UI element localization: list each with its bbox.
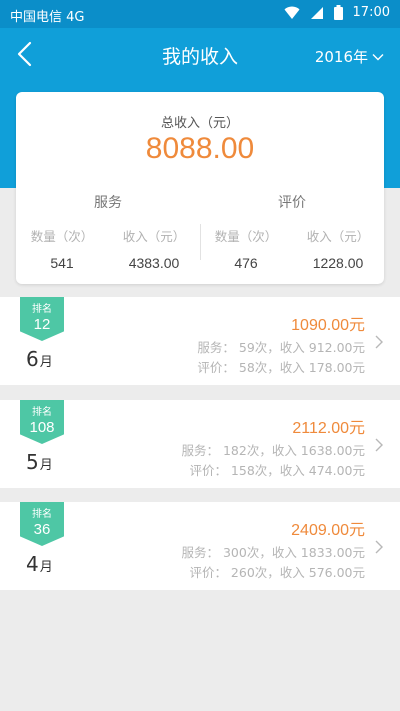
rank-badge: 排名 108 <box>20 400 64 444</box>
service-line: 服务： 59次，收入 912.00元 <box>197 340 365 355</box>
month-label: 6月 <box>26 347 53 371</box>
review-income-label: 收入（元） <box>306 229 370 244</box>
rank-label: 排名 <box>32 509 52 520</box>
status-bar: 中国电信 4G 17:00 <box>0 0 400 28</box>
chevron-right-icon <box>375 540 383 554</box>
battery-icon <box>333 5 343 20</box>
review-count-label: 数量（次） <box>214 229 278 244</box>
review-title: 评价 <box>278 195 306 211</box>
year-dropdown[interactable]: 2016年 <box>315 46 384 67</box>
chevron-right-icon <box>375 438 383 452</box>
review-line: 评价： 260次，收入 576.00元 <box>189 565 365 580</box>
month-row-june[interactable]: 排名 12 6月 1090.00元 服务： 59次，收入 912.00元 评价：… <box>0 297 400 385</box>
service-line: 服务： 300次，收入 1833.00元 <box>181 545 366 560</box>
total-income-label: 总收入（元） <box>160 116 239 131</box>
rank-value: 36 <box>33 521 51 538</box>
chevron-right-icon <box>375 335 383 349</box>
rank-label: 排名 <box>32 407 52 418</box>
month-row-april[interactable]: 排名 36 4月 2409.00元 服务： 300次，收入 1833.00元 评… <box>0 502 400 590</box>
status-icons: 17:00 <box>284 5 390 20</box>
clock: 17:00 <box>352 5 390 20</box>
review-line: 评价： 58次，收入 178.00元 <box>197 360 365 375</box>
month-amount: 1090.00元 <box>291 317 365 334</box>
chevron-down-icon <box>372 53 384 60</box>
rank-value: 108 <box>29 419 55 436</box>
month-label: 5月 <box>26 450 53 474</box>
service-count-label: 数量（次） <box>30 229 94 244</box>
service-line: 服务： 182次，收入 1638.00元 <box>181 443 366 458</box>
service-income-value: 4383.00 <box>128 255 180 271</box>
month-amount: 2409.00元 <box>291 522 365 539</box>
month-label: 4月 <box>26 552 53 576</box>
review-line: 评价： 158次，收入 474.00元 <box>189 463 365 478</box>
service-summary: 服务 数量（次） 541 收入（元） 4383.00 <box>16 192 200 271</box>
signal-icon <box>310 6 323 19</box>
rank-badge: 排名 12 <box>20 297 64 341</box>
month-amount: 2112.00元 <box>292 420 365 437</box>
review-income-value: 1228.00 <box>312 255 364 271</box>
income-summary-card: 总收入（元） 8088.00 服务 数量（次） 541 收入（元） 4383.0… <box>16 92 384 284</box>
month-row-may[interactable]: 排名 108 5月 2112.00元 服务： 182次，收入 1638.00元 … <box>0 400 400 488</box>
review-summary: 评价 数量（次） 476 收入（元） 1228.00 <box>200 192 384 271</box>
service-count-value: 541 <box>50 255 74 271</box>
rank-value: 12 <box>33 316 51 333</box>
rank-badge: 排名 36 <box>20 502 64 546</box>
carrier-label: 中国电信 4G <box>10 10 85 25</box>
wifi-icon <box>284 6 300 19</box>
rank-label: 排名 <box>32 304 52 315</box>
service-title: 服务 <box>94 195 122 211</box>
service-income-label: 收入（元） <box>122 229 186 244</box>
year-value: 2016年 <box>314 48 368 66</box>
total-income-value: 8088.00 <box>145 132 255 165</box>
review-count-value: 476 <box>234 255 258 271</box>
